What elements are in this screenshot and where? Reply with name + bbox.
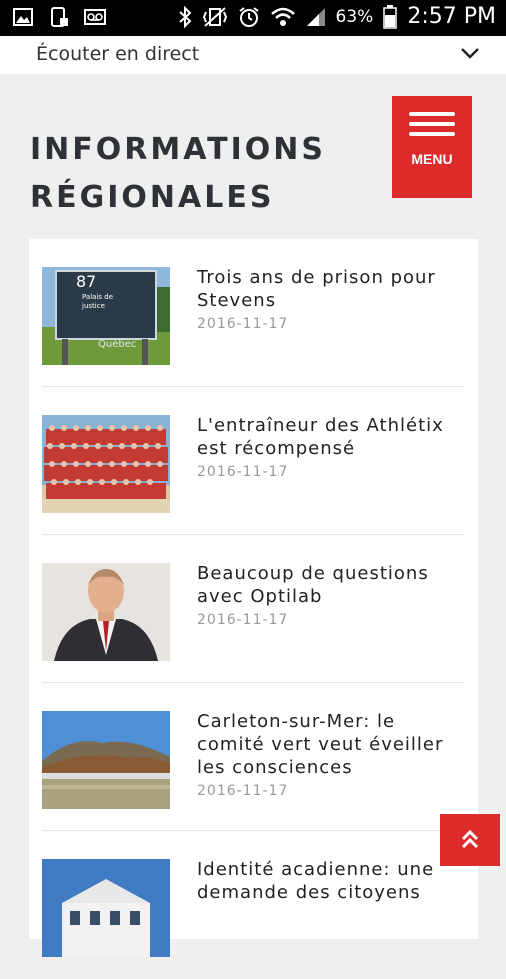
news-date: 2016-11-17 [197, 783, 289, 799]
menu-button[interactable]: MENU [392, 96, 472, 198]
page-title-line-2: RÉGIONALES [30, 180, 275, 215]
news-thumbnail [42, 415, 170, 513]
hamburger-icon [409, 112, 455, 142]
alarm-icon [238, 6, 259, 27]
news-thumbnail [42, 711, 170, 809]
svg-text:Québec: Québec [98, 338, 136, 350]
wifi-icon [270, 7, 295, 26]
news-item[interactable]: Beaucoup de questions avec Optilab 2016-… [42, 535, 464, 683]
page-title-line-1: INFORMATIONS [30, 132, 326, 167]
clock-time: 2:57 PM [407, 4, 496, 29]
news-date: 2016-11-17 [197, 612, 289, 628]
news-thumbnail: 87 Palais de justice Québec [42, 267, 170, 365]
page-title: INFORMATIONS RÉGIONALES [30, 126, 326, 222]
bluetooth-icon [178, 5, 191, 28]
listen-live-label: Écouter en direct [36, 43, 200, 65]
voicemail-icon [84, 9, 106, 25]
scroll-to-top-button[interactable] [440, 814, 500, 866]
status-bar: 63% 2:57 PM [0, 0, 506, 36]
svg-text:87: 87 [76, 272, 96, 291]
news-list: 87 Palais de justice Québec Trois ans de… [29, 239, 478, 957]
menu-label: MENU [411, 151, 453, 167]
news-item[interactable]: Carleton-sur-Mer: le comité vert veut év… [42, 683, 464, 831]
svg-text:justice: justice [81, 302, 105, 310]
image-icon [13, 8, 33, 26]
news-date: 2016-11-17 [197, 464, 289, 480]
battery-icon [383, 4, 398, 29]
vibrate-icon [202, 6, 227, 27]
news-thumbnail [42, 563, 170, 661]
news-title[interactable]: Carleton-sur-Mer: le comité vert veut év… [197, 710, 457, 803]
news-title[interactable]: Trois ans de prison pour Stevens 2016-11… [197, 266, 457, 336]
svg-text:Palais de: Palais de [82, 293, 113, 301]
double-chevron-up-icon [461, 829, 479, 849]
battery-percent: 63% [335, 6, 374, 27]
news-title[interactable]: Identité acadienne: une demande des cito… [197, 858, 457, 905]
chevron-down-icon[interactable] [460, 46, 480, 60]
news-item[interactable]: 87 Palais de justice Québec Trois ans de… [42, 239, 464, 387]
news-item[interactable]: Identité acadienne: une demande des cito… [42, 831, 464, 979]
news-title[interactable]: L'entraîneur des Athlétix est récompensé… [197, 414, 457, 484]
news-title[interactable]: Beaucoup de questions avec Optilab 2016-… [197, 562, 457, 632]
news-date: 2016-11-17 [197, 316, 289, 332]
phone-card-icon [51, 7, 68, 27]
signal-icon [306, 7, 325, 26]
news-item[interactable]: L'entraîneur des Athlétix est récompensé… [42, 387, 464, 535]
listen-live-bar[interactable]: Écouter en direct [0, 36, 506, 74]
news-thumbnail [42, 859, 170, 957]
